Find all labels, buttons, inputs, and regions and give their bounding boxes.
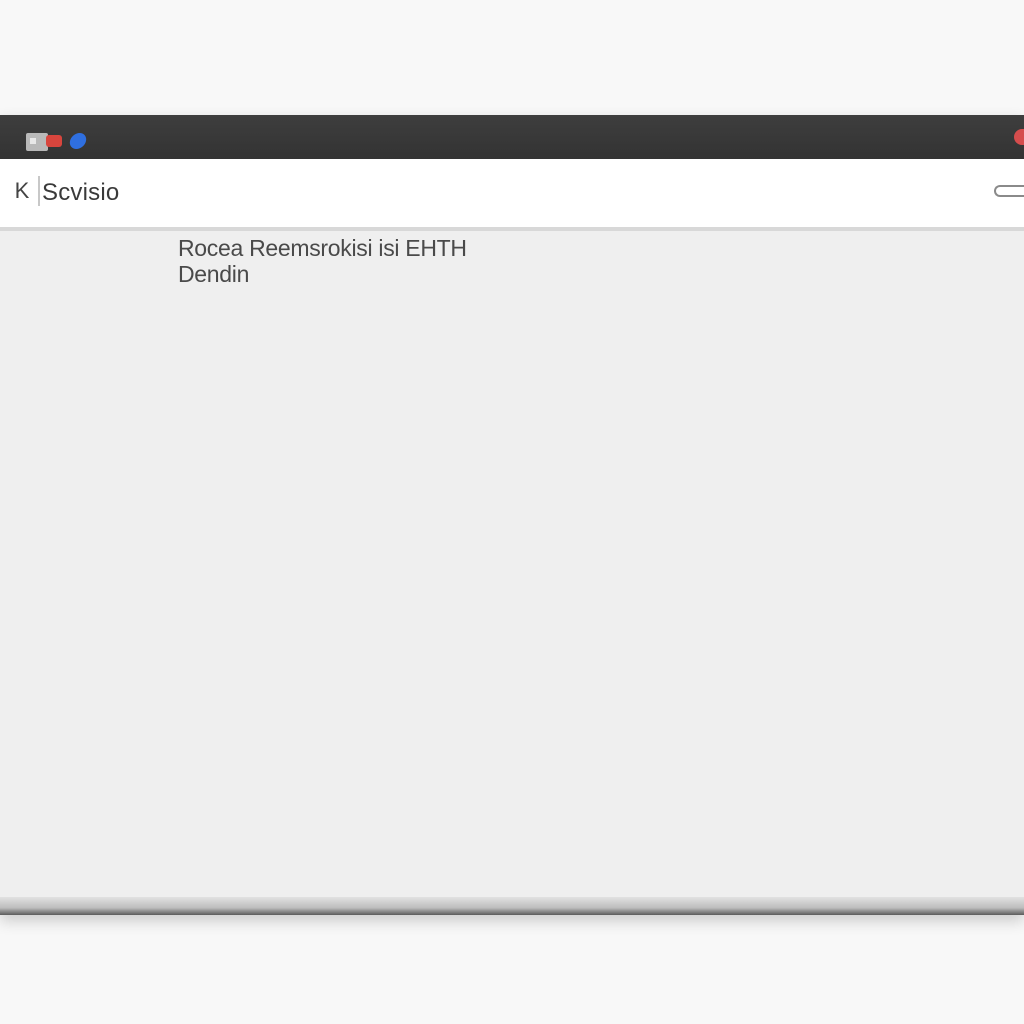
red-indicator-icon[interactable] (46, 135, 62, 147)
title-bar (0, 115, 1024, 159)
window-bottom-edge (0, 897, 1024, 915)
content-line-2: Dendin (178, 261, 250, 287)
app-header: K Scvisio (0, 159, 1024, 231)
main-content: Rocea Reemsrokisi isi EHTH Dendin (0, 231, 1024, 915)
close-window-icon[interactable] (1014, 129, 1024, 145)
page-title: Scvisio (37, 176, 120, 206)
close-icon[interactable]: K (8, 177, 36, 205)
blue-dot-icon[interactable] (68, 133, 88, 149)
content-line-1: Rocea Reemsrokisi isi EHTH (178, 235, 467, 261)
menu-icon[interactable] (994, 185, 1024, 197)
window-icon[interactable] (26, 133, 48, 151)
app-window: K Scvisio Rocea Reemsrokisi isi EHTH Den… (0, 115, 1024, 915)
